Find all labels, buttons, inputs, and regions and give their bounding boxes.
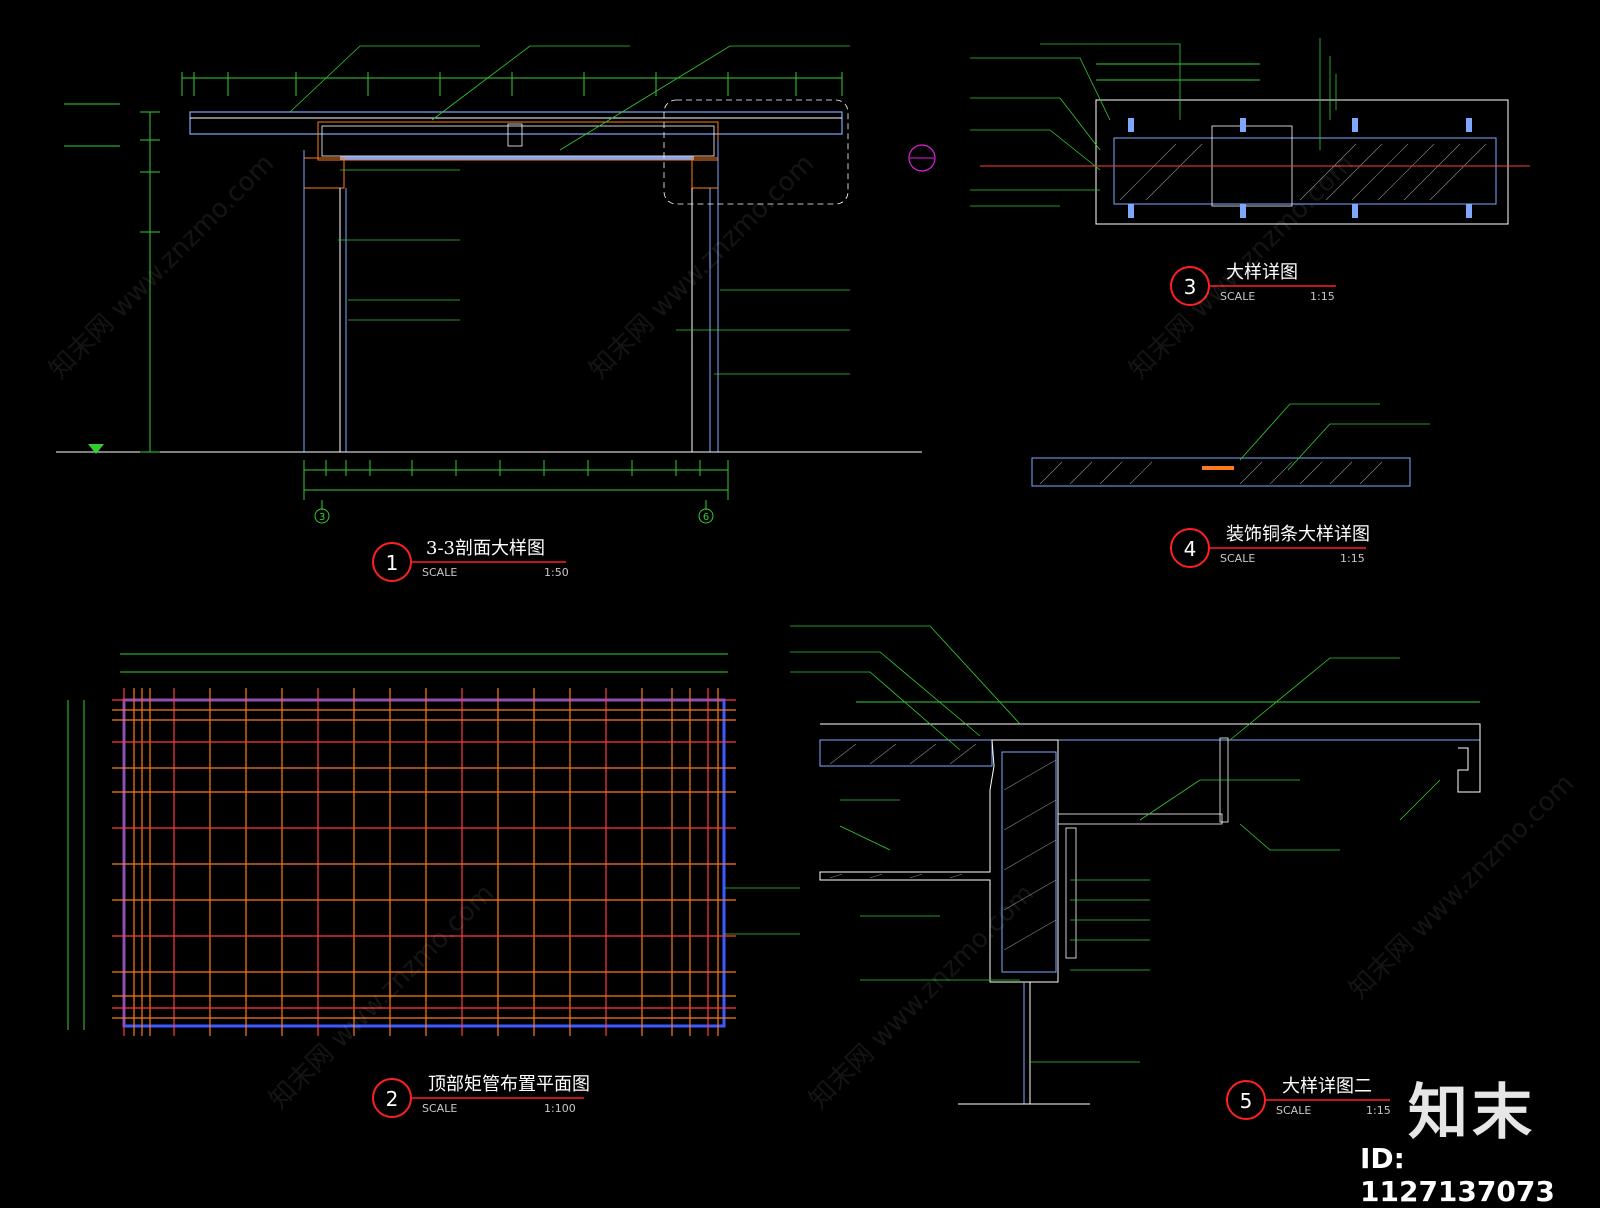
section-3-3-drawing: 3 6 <box>56 45 936 524</box>
drawing-number: 5 <box>1240 1089 1253 1113</box>
scale-label: SCALE <box>422 566 457 579</box>
svg-text:知末网 www.znzmo.com: 知末网 www.znzmo.com <box>1124 149 1360 385</box>
svg-text:知末网 www.znzmo.com: 知末网 www.znzmo.com <box>804 879 1040 1115</box>
svg-text:知末网 www.znzmo.com: 知末网 www.znzmo.com <box>1344 769 1580 1005</box>
svg-text:知末网 www.znzmo.com: 知末网 www.znzmo.com <box>584 149 820 385</box>
scale-label: SCALE <box>1276 1104 1311 1117</box>
title-block-5: 5 大样详图二 SCALE 1:15 <box>1226 1076 1391 1120</box>
watermark-brand-logo: 知末 <box>1408 1078 1536 1148</box>
svg-text:知末网 www.znzmo.com: 知末网 www.znzmo.com <box>44 149 280 385</box>
scale-value: 1:15 <box>1340 552 1365 565</box>
scale-value: 1:15 <box>1310 290 1335 303</box>
drawing-title: 3-3剖面大样图 <box>426 538 545 559</box>
scale-label: SCALE <box>1220 552 1255 565</box>
grid-plan-drawing-2 <box>67 653 800 1036</box>
drawing-number: 2 <box>386 1087 399 1111</box>
axis-marker-6: 6 <box>703 512 709 523</box>
drawing-title: 装饰铜条大样详图 <box>1226 524 1370 545</box>
cad-drawing-sheet: 3 6 1 3-3剖面大样图 SCALE 1:50 2 顶部矩管布置平面图 SC… <box>44 38 1580 1120</box>
drawing-number: 1 <box>386 551 399 575</box>
detail-drawing-3 <box>970 38 1530 225</box>
watermark-id: ID: 1127137073 <box>1360 1142 1555 1208</box>
title-block-1: 1 3-3剖面大样图 SCALE 1:50 <box>372 538 569 582</box>
detail-drawing-4 <box>1031 403 1430 487</box>
scale-value: 1:15 <box>1366 1104 1391 1117</box>
scale-value: 1:100 <box>544 1102 576 1115</box>
drawing-title: 顶部矩管布置平面图 <box>428 1074 590 1095</box>
scale-label: SCALE <box>422 1102 457 1115</box>
title-block-4: 4 装饰铜条大样详图 SCALE 1:15 <box>1170 524 1370 568</box>
drawing-title: 大样详图二 <box>1282 1076 1372 1097</box>
watermark-pattern: 知末网 www.znzmo.com 知末网 www.znzmo.com 知末网 … <box>44 149 1580 1115</box>
title-block-2: 2 顶部矩管布置平面图 SCALE 1:100 <box>372 1074 590 1118</box>
axis-marker-3: 3 <box>319 512 325 523</box>
drawing-number: 4 <box>1184 537 1197 561</box>
scale-value: 1:50 <box>544 566 569 579</box>
